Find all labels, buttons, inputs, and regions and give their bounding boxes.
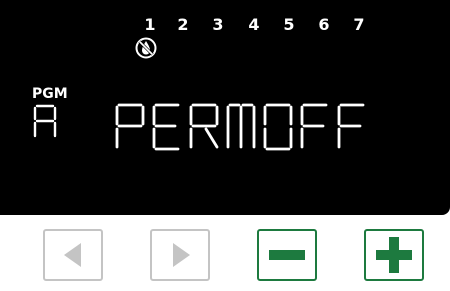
left-arrow-icon bbox=[64, 243, 81, 267]
day-6-label: 6 bbox=[318, 15, 330, 34]
lcd-display: 1 2 3 4 5 6 7 PGM bbox=[0, 0, 450, 215]
day-7-label: 7 bbox=[353, 15, 365, 34]
day-indicators: 1 2 3 4 5 6 7 bbox=[0, 15, 450, 45]
minus-icon bbox=[269, 250, 305, 260]
plus-icon bbox=[376, 237, 412, 273]
day-3-label: 3 bbox=[212, 15, 224, 34]
left-button[interactable] bbox=[43, 229, 103, 281]
control-buttons bbox=[0, 229, 450, 284]
day-1-label: 1 bbox=[144, 15, 156, 34]
day-5-label: 5 bbox=[283, 15, 295, 34]
program-letter bbox=[33, 104, 57, 138]
right-arrow-icon bbox=[173, 243, 190, 267]
status-text: PERMOFF bbox=[114, 102, 374, 152]
day-2-label: 2 bbox=[177, 15, 189, 34]
pgm-label: PGM bbox=[32, 86, 68, 102]
no-water-drop-icon bbox=[135, 37, 157, 59]
day-4-label: 4 bbox=[248, 15, 260, 34]
minus-button[interactable] bbox=[257, 229, 317, 281]
plus-button[interactable] bbox=[364, 229, 424, 281]
right-button[interactable] bbox=[150, 229, 210, 281]
